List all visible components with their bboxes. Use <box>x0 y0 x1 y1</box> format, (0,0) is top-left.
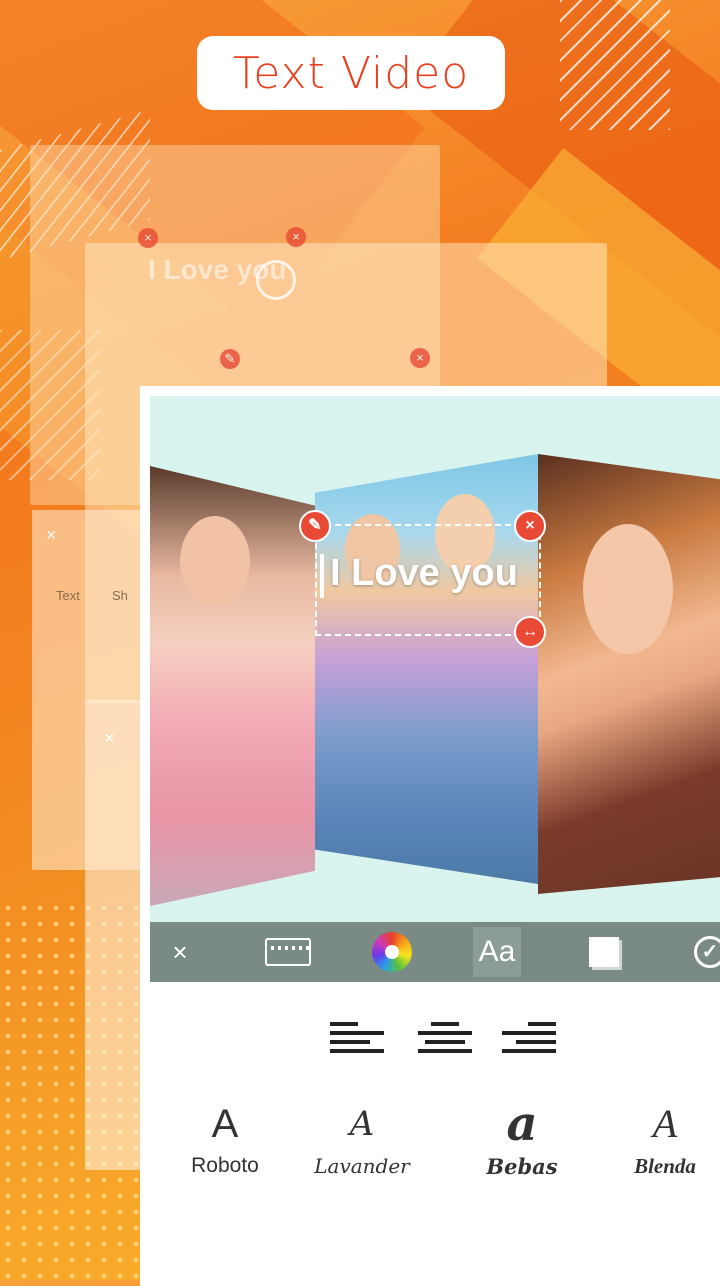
ghost-handle: ✎ <box>220 349 240 369</box>
color-button[interactable] <box>368 922 416 982</box>
video-canvas[interactable]: I Love you ✎ × ↔ <box>150 396 720 922</box>
font-glyph: A <box>211 1102 239 1146</box>
ghost-rotate-handle <box>256 260 296 300</box>
font-option-roboto[interactable]: A Roboto <box>170 1098 280 1178</box>
font-name: Blenda <box>634 1154 696 1178</box>
delete-handle-icon[interactable]: × <box>514 510 546 542</box>
text-cursor <box>320 554 324 598</box>
ghost-handle: × <box>410 348 430 368</box>
ghost-screen <box>85 700 145 1170</box>
check-icon: ✓ <box>694 936 720 968</box>
font-glyph: A <box>349 1104 375 1144</box>
ghost-tab: Text <box>56 588 80 603</box>
ghost-close-icon: × <box>104 728 115 748</box>
background-button[interactable] <box>580 922 628 982</box>
editor-panel: I Love you ✎ × ↔ × Aa ✓ A Roboto A Lavan… <box>140 386 720 1286</box>
align-left-button[interactable] <box>330 1022 384 1056</box>
keyboard-button[interactable] <box>260 922 316 982</box>
font-option-lavander[interactable]: A Lavander <box>307 1098 417 1178</box>
background-icon <box>589 937 619 967</box>
title-banner: Text Video <box>197 36 505 110</box>
font-button[interactable]: Aa <box>473 927 521 977</box>
font-option-blenda[interactable]: A Blenda <box>610 1098 720 1179</box>
photo-right <box>538 454 720 894</box>
bg-stripes <box>560 0 670 130</box>
edit-handle-icon[interactable]: ✎ <box>299 510 331 542</box>
ghost-handle: × <box>286 227 306 247</box>
font-name: Bebas <box>486 1154 558 1179</box>
font-name: Lavander <box>314 1154 410 1178</box>
font-glyph: a <box>506 1096 538 1152</box>
ghost-handle: × <box>138 228 158 248</box>
done-button[interactable]: ✓ <box>690 922 720 982</box>
ghost-close-icon: × <box>46 525 57 545</box>
align-center-button[interactable] <box>418 1022 472 1056</box>
font-glyph: A <box>652 1101 678 1146</box>
page-title: Text Video <box>232 47 470 99</box>
ghost-tab: Sh <box>112 588 128 603</box>
font-option-bebas[interactable]: a Bebas <box>467 1098 577 1179</box>
text-toolbar: × Aa ✓ <box>150 922 720 982</box>
photo-center <box>315 454 538 884</box>
keyboard-icon <box>265 938 311 966</box>
resize-handle-icon[interactable]: ↔ <box>514 616 546 648</box>
overlay-text[interactable]: I Love you <box>330 552 518 595</box>
close-icon[interactable]: × <box>160 922 200 982</box>
photo-left <box>150 466 315 906</box>
font-name: Roboto <box>191 1154 259 1177</box>
align-right-button[interactable] <box>502 1022 556 1056</box>
color-wheel-icon <box>372 932 412 972</box>
